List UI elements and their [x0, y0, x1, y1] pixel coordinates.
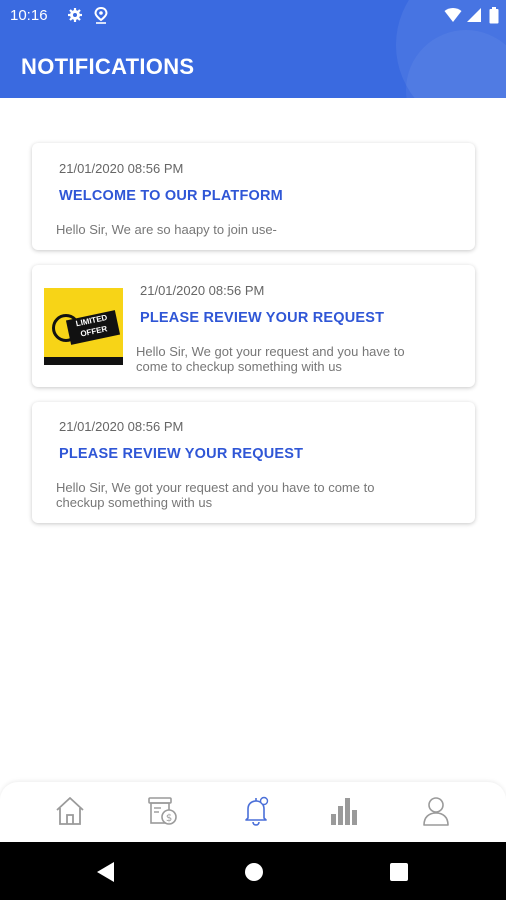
cellular-signal-icon — [466, 7, 482, 27]
system-navigation-bar — [0, 842, 506, 900]
notification-body: Hello Sir, We got your request and you h… — [56, 480, 375, 510]
bar-chart-icon[interactable] — [326, 794, 366, 830]
status-time: 10:16 — [10, 7, 48, 24]
gear-icon — [67, 7, 83, 27]
notification-card[interactable]: 21/01/2020 08:56 PM PLEASE REVIEW YOUR R… — [32, 402, 475, 523]
app-bar: 10:16 NOTIFICATIONS — [0, 0, 506, 98]
user-icon[interactable] — [418, 794, 458, 830]
status-bar: 10:16 — [0, 0, 506, 32]
offer-ribbon: LIMITED OFFER — [65, 310, 121, 345]
back-icon[interactable] — [96, 861, 116, 888]
billing-icon[interactable]: $ — [145, 794, 185, 830]
recents-icon[interactable] — [390, 863, 408, 886]
offer-footer-strip — [44, 357, 123, 365]
notification-title: PLEASE REVIEW YOUR REQUEST — [59, 446, 304, 462]
notification-date: 21/01/2020 08:56 PM — [59, 161, 184, 176]
notification-card[interactable]: 21/01/2020 08:56 PM WELCOME TO OUR PLATF… — [32, 143, 475, 250]
home-circle-icon[interactable] — [244, 862, 264, 887]
wifi-icon — [444, 7, 462, 27]
home-icon[interactable] — [52, 794, 92, 830]
location-pin-icon — [94, 6, 108, 28]
page-title: NOTIFICATIONS — [21, 54, 195, 79]
bell-icon[interactable] — [238, 794, 278, 830]
battery-icon — [489, 7, 499, 28]
notification-card[interactable]: LIMITED OFFER 21/01/2020 08:56 PM PLEASE… — [32, 265, 475, 387]
notification-title: PLEASE REVIEW YOUR REQUEST — [140, 310, 385, 326]
bottom-navigation: $ — [0, 782, 506, 842]
limited-offer-image: LIMITED OFFER — [44, 288, 123, 365]
svg-text:$: $ — [166, 813, 172, 824]
notification-title: WELCOME TO OUR PLATFORM — [59, 188, 283, 204]
notification-body: Hello Sir, We are so haapy to join use- — [56, 222, 277, 237]
notification-date: 21/01/2020 08:56 PM — [59, 419, 184, 434]
notification-body: Hello Sir, We got your request and you h… — [136, 344, 405, 374]
notification-date: 21/01/2020 08:56 PM — [140, 283, 265, 298]
